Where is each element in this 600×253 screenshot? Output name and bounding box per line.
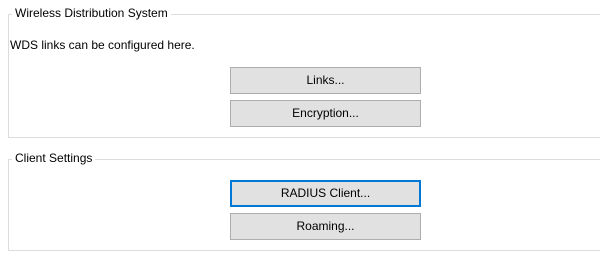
wds-group-title: Wireless Distribution System <box>12 6 171 21</box>
roaming-button[interactable]: Roaming... <box>230 213 421 240</box>
client-settings-group-title: Client Settings <box>12 151 96 166</box>
encryption-button[interactable]: Encryption... <box>230 100 421 127</box>
links-button[interactable]: Links... <box>230 67 421 94</box>
wds-description: WDS links can be configured here. <box>10 38 195 52</box>
radius-client-button[interactable]: RADIUS Client... <box>230 180 421 207</box>
